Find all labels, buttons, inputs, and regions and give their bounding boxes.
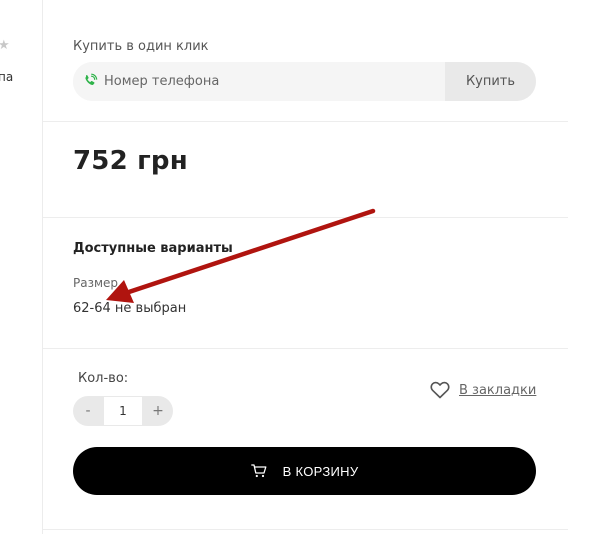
one-click-buy-button[interactable]: Купить [445, 62, 536, 101]
quantity-decrease-button[interactable]: - [73, 396, 103, 426]
cut-off-text: па [0, 70, 14, 84]
product-price: 752 грн [73, 146, 188, 176]
quantity-stepper: - + [73, 396, 173, 426]
add-to-bookmarks-link[interactable]: В закладки [430, 379, 536, 401]
product-purchase-panel: ★ па Купить в один клик Купить 752 грн Д… [0, 0, 590, 534]
divider [43, 348, 568, 349]
bookmark-label: В закладки [459, 382, 537, 398]
size-label: Размер [73, 276, 119, 290]
quantity-increase-button[interactable]: + [143, 396, 173, 426]
divider [43, 217, 568, 218]
one-click-form: Купить [73, 62, 536, 101]
variants-title: Доступные варианты [73, 241, 233, 256]
quantity-label: Кол-во: [78, 371, 129, 386]
cart-icon [250, 464, 267, 478]
divider [43, 529, 568, 530]
divider [43, 121, 568, 122]
add-to-cart-label: В КОРЗИНУ [282, 463, 359, 479]
add-to-cart-button[interactable]: В КОРЗИНУ [73, 447, 536, 495]
rating-star-icon: ★ [0, 38, 10, 53]
size-value: 62-64 не выбран [73, 301, 187, 316]
column-divider [42, 0, 43, 534]
one-click-label: Купить в один клик [73, 39, 209, 54]
phone-icon [85, 73, 98, 85]
heart-icon [430, 381, 450, 399]
phone-input[interactable] [73, 62, 445, 101]
quantity-input[interactable] [104, 397, 142, 425]
